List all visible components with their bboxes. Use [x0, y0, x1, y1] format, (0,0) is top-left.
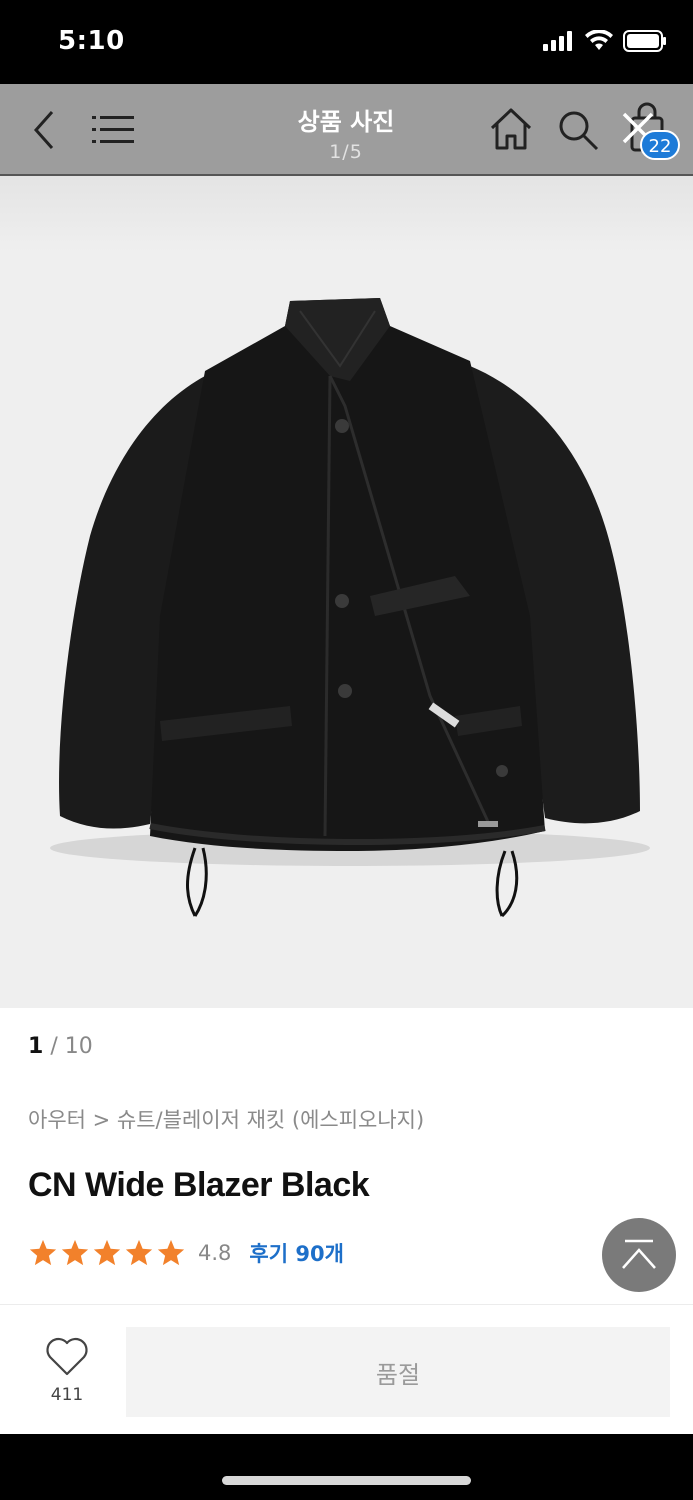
purchase-bar: 411 품절: [0, 1304, 693, 1434]
status-icons: [543, 30, 667, 52]
heart-icon: [46, 1337, 88, 1376]
star-icon: [125, 1239, 153, 1266]
menu-button[interactable]: [92, 110, 136, 150]
product-photo[interactable]: [0, 176, 693, 1008]
status-time: 5:10: [58, 26, 125, 56]
chevron-left-icon: [33, 111, 54, 149]
search-button[interactable]: [556, 108, 600, 152]
image-index-total: / 10: [50, 1034, 93, 1059]
star-icon: [29, 1239, 57, 1266]
rating-stars: [28, 1238, 186, 1268]
product-name: CN Wide Blazer Black: [28, 1166, 370, 1204]
battery-icon: [623, 30, 666, 52]
rating-row: 4.8 후기 90개: [28, 1238, 344, 1268]
page-title: 상품 사진: [297, 108, 395, 136]
signal-icon: [543, 31, 572, 51]
home-icon: [490, 108, 532, 150]
home-button[interactable]: [488, 106, 534, 152]
photo-counter: 1/5: [329, 141, 363, 163]
star-icon: [61, 1239, 89, 1266]
wishlist-count: 411: [50, 1385, 84, 1405]
status-bar: 5:10: [0, 0, 693, 84]
search-icon: [559, 111, 599, 151]
rating-value: 4.8: [198, 1241, 232, 1265]
star-icon: [93, 1239, 121, 1266]
arrow-up-icon: [622, 1239, 656, 1269]
sold-out-button[interactable]: 품절: [126, 1327, 670, 1417]
wifi-icon: [585, 30, 613, 50]
home-indicator-area: [0, 1434, 693, 1500]
star-icon: [157, 1239, 185, 1266]
category-breadcrumb[interactable]: 아우터 > 슈트/블레이저 재킷 (에스피오나지): [28, 1104, 424, 1134]
review-link[interactable]: 후기 90개: [249, 1238, 344, 1268]
product-info: 1 / 10 아우터 > 슈트/블레이저 재킷 (에스피오나지) CN Wide…: [0, 1008, 693, 1304]
wishlist-button[interactable]: 411: [36, 1337, 98, 1405]
jacket-photo-icon: [50, 298, 650, 918]
scroll-to-top-button[interactable]: [602, 1218, 676, 1292]
header-title-group: 상품 사진 1/5: [246, 102, 446, 163]
menu-icon: [92, 116, 134, 143]
image-index: 1 / 10: [28, 1034, 93, 1059]
photo-viewer-header: 상품 사진 1/5: [0, 84, 693, 176]
cart-count-badge: 22: [640, 130, 680, 160]
home-indicator[interactable]: [222, 1476, 471, 1485]
back-button[interactable]: [26, 108, 62, 152]
image-index-current: 1: [28, 1034, 44, 1059]
